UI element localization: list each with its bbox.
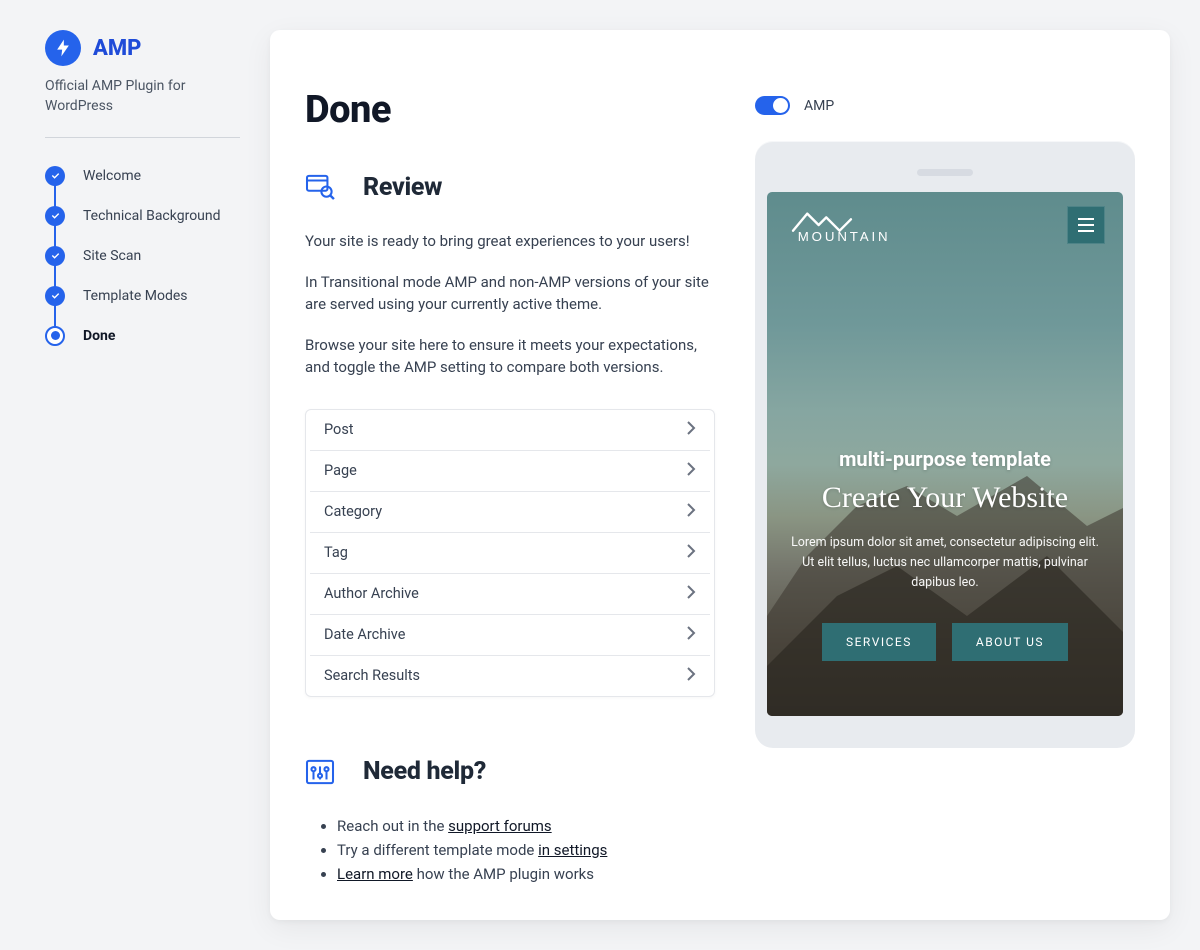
type-author-archive[interactable]: Author Archive <box>310 574 710 615</box>
type-label: Page <box>324 462 357 479</box>
type-search-results[interactable]: Search Results <box>310 656 710 696</box>
type-post[interactable]: Post <box>310 410 710 451</box>
step-label: Done <box>83 328 115 344</box>
chevron-right-icon <box>686 503 696 521</box>
step-label: Welcome <box>83 168 141 184</box>
brand-subtitle: Official AMP Plugin for WordPress <box>45 76 240 117</box>
step-site-scan[interactable]: Site Scan <box>45 236 240 276</box>
sidebar: AMP Official AMP Plugin for WordPress We… <box>45 30 240 920</box>
chevron-right-icon <box>686 544 696 562</box>
support-forums-link[interactable]: support forums <box>448 817 552 835</box>
type-label: Tag <box>324 544 348 561</box>
step-label: Technical Background <box>83 208 221 224</box>
type-category[interactable]: Category <box>310 492 710 533</box>
help-item: Reach out in the support forums <box>337 815 715 838</box>
amp-logo-icon <box>45 30 81 66</box>
mountain-logo: MOUNTAIN <box>785 206 915 244</box>
chevron-right-icon <box>686 626 696 644</box>
type-label: Category <box>324 503 382 520</box>
review-heading: Review <box>363 173 442 202</box>
site-preview[interactable]: MOUNTAIN multi-purpose template Cre <box>767 192 1123 716</box>
main-card: Done Review Your site is ready to bring … <box>270 30 1170 920</box>
about-us-button[interactable]: ABOUT US <box>952 623 1068 661</box>
type-tag[interactable]: Tag <box>310 533 710 574</box>
chevron-right-icon <box>686 667 696 685</box>
preview-buttons: SERVICES ABOUT US <box>787 623 1103 661</box>
amp-toggle-label: AMP <box>804 98 834 114</box>
review-icon <box>305 172 335 202</box>
preview-heading: Create Your Website <box>787 481 1103 515</box>
help-item: Try a different template mode in setting… <box>337 839 715 862</box>
help-text: Try a different template mode <box>337 841 538 859</box>
step-done[interactable]: Done <box>45 316 240 356</box>
settings-sliders-icon <box>305 757 335 787</box>
check-icon <box>45 286 65 306</box>
amp-toggle-row: AMP <box>755 96 1135 115</box>
chevron-right-icon <box>686 585 696 603</box>
check-icon <box>45 166 65 186</box>
phone-notch <box>917 169 973 176</box>
logo-text: MOUNTAIN <box>798 229 891 244</box>
learn-more-link[interactable]: Learn more <box>337 865 413 883</box>
preview-subheading: multi-purpose template <box>787 447 1103 471</box>
help-text: Reach out in the <box>337 817 448 835</box>
help-heading: Need help? <box>363 757 486 786</box>
step-label: Site Scan <box>83 248 141 264</box>
services-button[interactable]: SERVICES <box>822 623 936 661</box>
help-item: Learn more how the AMP plugin works <box>337 863 715 886</box>
amp-toggle[interactable] <box>755 96 790 115</box>
review-para-2: In Transitional mode AMP and non-AMP ver… <box>305 271 715 316</box>
brand-title: AMP <box>93 36 141 61</box>
help-section-head: Need help? <box>305 757 715 787</box>
review-section-head: Review <box>305 172 715 202</box>
hamburger-icon[interactable] <box>1067 206 1105 244</box>
step-list: Welcome Technical Background Site Scan T… <box>45 156 240 356</box>
type-label: Author Archive <box>324 585 419 602</box>
type-label: Post <box>324 421 354 438</box>
check-icon <box>45 206 65 226</box>
step-template-modes[interactable]: Template Modes <box>45 276 240 316</box>
type-date-archive[interactable]: Date Archive <box>310 615 710 656</box>
brand: AMP <box>45 30 240 66</box>
check-icon <box>45 246 65 266</box>
in-settings-link[interactable]: in settings <box>538 841 607 859</box>
content-type-list: Post Page Category Tag Author Archive <box>305 409 715 697</box>
sidebar-divider <box>45 137 240 138</box>
chevron-right-icon <box>686 421 696 439</box>
step-welcome[interactable]: Welcome <box>45 156 240 196</box>
review-para-3: Browse your site here to ensure it meets… <box>305 334 715 379</box>
phone-frame: MOUNTAIN multi-purpose template Cre <box>755 141 1135 748</box>
page-title: Done <box>305 88 715 132</box>
help-list: Reach out in the support forums Try a di… <box>305 815 715 887</box>
help-text: how the AMP plugin works <box>413 865 594 883</box>
current-step-icon <box>45 326 65 346</box>
type-label: Search Results <box>324 667 420 684</box>
step-technical-background[interactable]: Technical Background <box>45 196 240 236</box>
preview-hero: multi-purpose template Create Your Websi… <box>767 447 1123 661</box>
preview-topbar: MOUNTAIN <box>767 192 1123 254</box>
review-para-1: Your site is ready to bring great experi… <box>305 230 715 253</box>
type-label: Date Archive <box>324 626 405 643</box>
chevron-right-icon <box>686 462 696 480</box>
preview-lorem: Lorem ipsum dolor sit amet, consectetur … <box>787 533 1103 593</box>
step-label: Template Modes <box>83 288 188 304</box>
type-page[interactable]: Page <box>310 451 710 492</box>
